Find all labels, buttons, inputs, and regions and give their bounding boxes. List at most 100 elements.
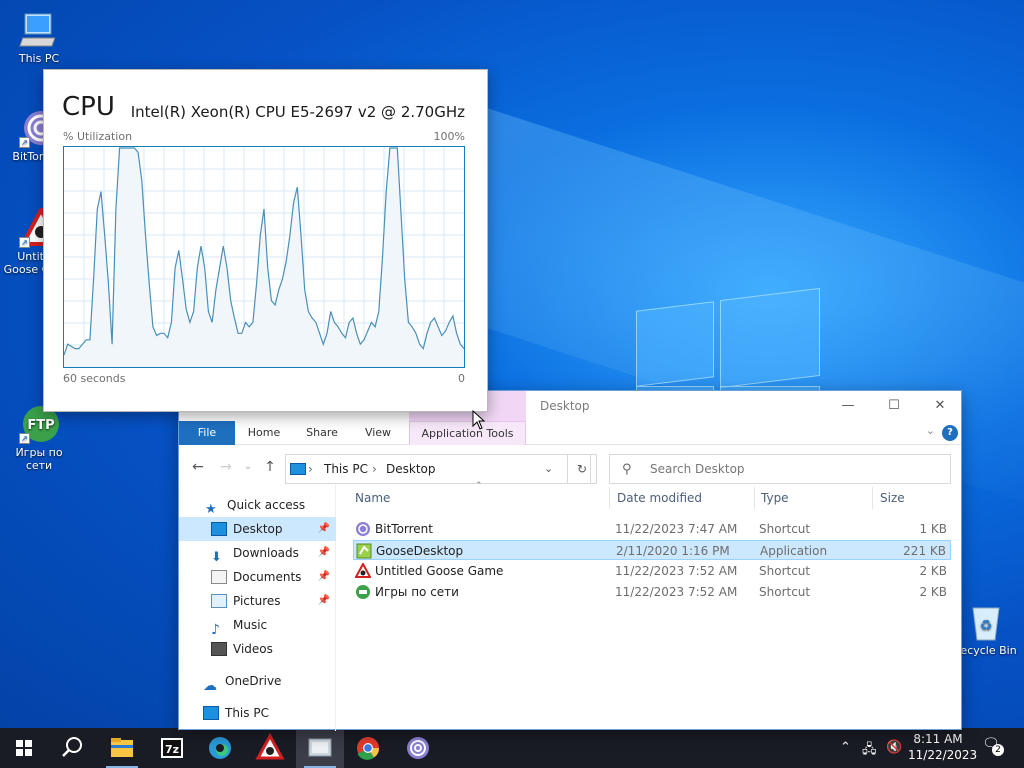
taskbar-goose-game[interactable] xyxy=(246,728,294,768)
start-button[interactable] xyxy=(0,728,48,768)
search-placeholder: Search Desktop xyxy=(650,462,745,476)
file-row-bittorrent[interactable]: BitTorrent 11/22/2023 7:47 AM Shortcut 1… xyxy=(353,519,951,539)
tab-application-tools[interactable]: Application Tools xyxy=(409,421,526,445)
pin-icon[interactable]: 📌 xyxy=(318,517,330,541)
file-row-network-games[interactable]: Игры по сети 11/22/2023 7:52 AM Shortcut… xyxy=(353,582,951,602)
star-icon: ★ xyxy=(205,501,217,517)
taskbar-7zip[interactable]: 7z xyxy=(148,728,196,768)
shortcut-arrow-icon: ↗ xyxy=(19,137,30,148)
back-arrow-icon[interactable]: ← xyxy=(189,459,207,475)
nav-downloads[interactable]: ⬇ Downloads 📌 xyxy=(179,541,336,565)
time-span-label: 60 seconds xyxy=(63,372,126,385)
column-header-date[interactable]: Date modified xyxy=(617,491,702,505)
nav-label: Desktop xyxy=(233,522,283,536)
taskbar-goose-desktop[interactable] xyxy=(296,728,344,768)
maximize-button[interactable]: ☐ xyxy=(871,391,917,421)
nav-pictures[interactable]: Pictures 📌 xyxy=(179,589,336,613)
help-icon[interactable]: ? xyxy=(942,425,958,441)
file-date: 11/22/2023 7:52 AM xyxy=(615,564,738,578)
tab-share[interactable]: Share xyxy=(293,421,351,445)
bittorrent-icon xyxy=(356,522,370,536)
file-date: 2/11/2020 1:16 PM xyxy=(616,544,730,558)
clock[interactable]: 8:11 AM 11/22/2023 xyxy=(908,731,978,763)
desktop-icon-label: This PC xyxy=(18,52,60,65)
taskbar-chrome[interactable] xyxy=(344,728,392,768)
nav-label: Music xyxy=(233,618,268,632)
network-icon[interactable]: 🖧 xyxy=(862,740,877,762)
pictures-icon xyxy=(211,593,227,608)
computer-icon xyxy=(203,705,219,720)
nav-onedrive[interactable]: ☁ OneDrive xyxy=(179,669,336,694)
chrome-icon xyxy=(357,737,380,760)
column-separator[interactable] xyxy=(754,487,755,509)
desktop-icon-network-games[interactable]: FTP ↗ Игры по сети xyxy=(3,404,75,472)
close-button[interactable]: ✕ xyxy=(917,391,963,421)
address-bar[interactable]: › This PC › Desktop ⌄ xyxy=(285,454,591,484)
nav-label: This PC xyxy=(225,706,269,720)
cpu-performance-widget[interactable]: CPU Intel(R) Xeon(R) CPU E5-2697 v2 @ 2.… xyxy=(43,69,488,412)
file-date: 11/22/2023 7:47 AM xyxy=(615,522,738,536)
breadcrumb-desktop[interactable]: Desktop xyxy=(386,462,436,476)
column-header-name[interactable]: Name xyxy=(355,491,390,505)
utilization-label: % Utilization xyxy=(63,130,133,143)
show-hidden-icons-chevron-icon[interactable]: ⌃ xyxy=(840,740,851,755)
column-separator[interactable] xyxy=(872,487,873,509)
svg-text:♻: ♻ xyxy=(980,618,993,634)
expand-ribbon-chevron-icon[interactable]: ⌄ xyxy=(926,424,935,437)
pin-icon[interactable]: 📌 xyxy=(318,541,330,565)
search-box[interactable]: ⚲ Search Desktop xyxy=(609,454,951,484)
taskbar-edge[interactable] xyxy=(196,728,244,768)
minimize-button[interactable]: — xyxy=(825,391,871,421)
goose-desktop-icon xyxy=(356,543,372,559)
file-size: 2 KB xyxy=(919,564,947,578)
action-center-button[interactable]: 🗨 2 xyxy=(982,736,1004,758)
search-icon: ⚲ xyxy=(622,462,632,477)
file-explorer-window[interactable]: Desktop — ☐ ✕ File Home Share View Appli… xyxy=(178,390,963,731)
clock-date: 11/22/2023 xyxy=(908,748,978,762)
address-dropdown-icon[interactable]: ⌄ xyxy=(544,462,553,475)
goose-game-icon xyxy=(255,732,285,760)
recent-chevron-icon[interactable]: ⌄ xyxy=(239,461,257,472)
volume-muted-icon[interactable]: 🔇 xyxy=(886,740,902,755)
nav-documents[interactable]: Documents 📌 xyxy=(179,565,336,589)
pin-icon[interactable]: 📌 xyxy=(318,589,330,613)
ftp-icon xyxy=(356,585,370,599)
refresh-icon[interactable]: ↻ xyxy=(567,454,597,484)
column-header-type[interactable]: Type xyxy=(761,491,789,505)
column-header-size[interactable]: Size xyxy=(880,491,905,505)
forward-arrow-icon[interactable]: → xyxy=(217,459,235,475)
navigation-pane: ★ Quick access Desktop 📌 ⬇ Downloads 📌 Doc… xyxy=(179,485,336,731)
download-icon: ⬇ xyxy=(211,549,222,565)
desktop-folder-icon xyxy=(211,521,227,536)
nav-quick-access[interactable]: ★ Quick access xyxy=(179,493,336,517)
file-size: 221 KB xyxy=(903,544,946,558)
documents-icon xyxy=(211,569,227,584)
up-arrow-icon[interactable]: ↑ xyxy=(261,459,279,475)
tab-file[interactable]: File xyxy=(179,421,235,445)
nav-music[interactable]: ♪ Music xyxy=(179,613,336,638)
notification-count: 2 xyxy=(992,744,1004,756)
tab-view[interactable]: View xyxy=(353,421,403,445)
file-row-untitled-goose-game[interactable]: Untitled Goose Game 11/22/2023 7:52 AM S… xyxy=(353,561,951,581)
desktop-icon-this-pc[interactable]: This PC xyxy=(3,10,75,65)
taskbar-bittorrent[interactable] xyxy=(394,728,442,768)
ribbon: File Home Share View Application Tools ⌄… xyxy=(179,421,961,445)
goose-warning-icon xyxy=(355,563,371,578)
nav-this-pc[interactable]: This PC xyxy=(179,701,336,725)
windows-logo-pane xyxy=(720,287,820,389)
pin-icon[interactable]: 📌 xyxy=(318,565,330,589)
taskbar-file-explorer[interactable] xyxy=(98,728,146,768)
column-separator[interactable] xyxy=(609,487,610,509)
cpu-graph-svg xyxy=(63,147,465,367)
breadcrumb-this-pc[interactable]: This PC xyxy=(324,462,368,476)
file-name: BitTorrent xyxy=(375,522,433,536)
tab-home[interactable]: Home xyxy=(237,421,291,445)
breadcrumb-sep-icon: › xyxy=(308,462,313,476)
nav-label: Downloads xyxy=(233,546,299,560)
cloud-icon: ☁ xyxy=(203,677,217,694)
nav-desktop[interactable]: Desktop 📌 xyxy=(179,517,336,541)
search-button[interactable] xyxy=(48,728,96,768)
file-name: GooseDesktop xyxy=(376,544,464,558)
file-row-goosedesktop[interactable]: GooseDesktop 2/11/2020 1:16 PM Applicati… xyxy=(353,540,951,560)
nav-videos[interactable]: Videos xyxy=(179,637,336,661)
